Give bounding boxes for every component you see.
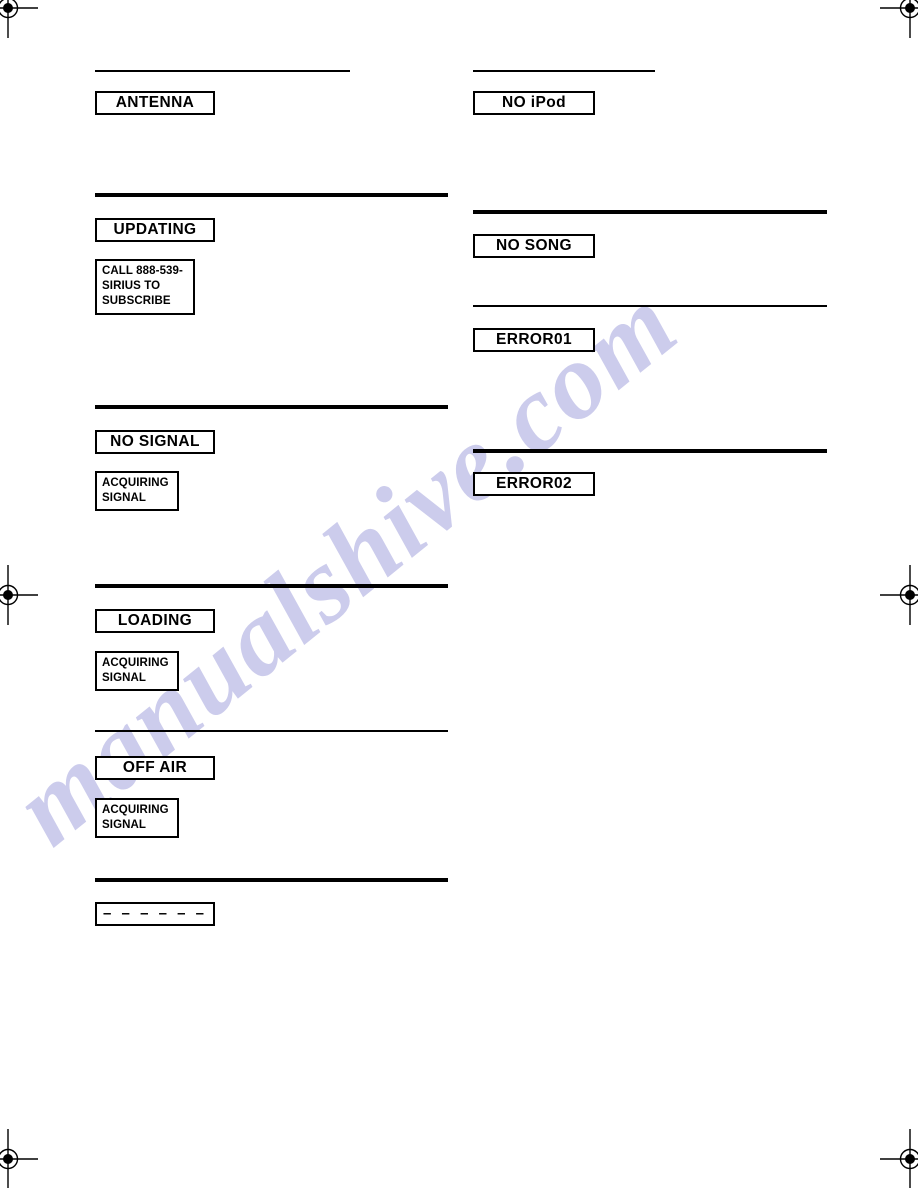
display-box-antenna: ANTENNA <box>95 91 215 115</box>
section-divider-no-ipod <box>473 70 655 72</box>
sub-display-box-off-air: ACQUIRING SIGNAL <box>95 798 179 839</box>
section-divider-dashes <box>95 878 448 882</box>
registration-mark-icon <box>880 0 918 38</box>
section-divider-loading <box>95 584 448 588</box>
section-divider-no-song <box>473 210 827 214</box>
display-box-error01: ERROR01 <box>473 328 595 352</box>
registration-mark-icon <box>880 1129 918 1188</box>
display-box-dashes: – – – – – – <box>95 902 215 926</box>
display-box-updating: UPDATING <box>95 218 215 242</box>
display-box-no-song: NO SONG <box>473 234 595 258</box>
display-box-error02: ERROR02 <box>473 472 595 496</box>
registration-mark-icon <box>880 565 918 625</box>
sub-display-box-updating: CALL 888-539- SIRIUS TO SUBSCRIBE <box>95 259 195 315</box>
section-divider-updating <box>95 193 448 197</box>
registration-mark-icon <box>0 0 38 38</box>
display-box-loading: LOADING <box>95 609 215 633</box>
registration-mark-icon <box>0 565 38 625</box>
watermark-layer: manualshive.com <box>0 0 918 1188</box>
display-box-no-signal: NO SIGNAL <box>95 430 215 454</box>
section-divider-antenna <box>95 70 350 72</box>
sub-display-box-loading: ACQUIRING SIGNAL <box>95 651 179 692</box>
section-divider-no-signal <box>95 405 448 409</box>
registration-mark-icon <box>0 1129 38 1188</box>
section-divider-off-air <box>95 730 448 732</box>
display-box-off-air: OFF AIR <box>95 756 215 780</box>
manual-page: manualshive.com ANTENNA UPDATING CALL 88… <box>0 0 918 1188</box>
section-divider-error01 <box>473 305 827 307</box>
section-divider-error02 <box>473 449 827 453</box>
sub-display-box-no-signal: ACQUIRING SIGNAL <box>95 471 179 512</box>
display-box-no-ipod: NO iPod <box>473 91 595 115</box>
